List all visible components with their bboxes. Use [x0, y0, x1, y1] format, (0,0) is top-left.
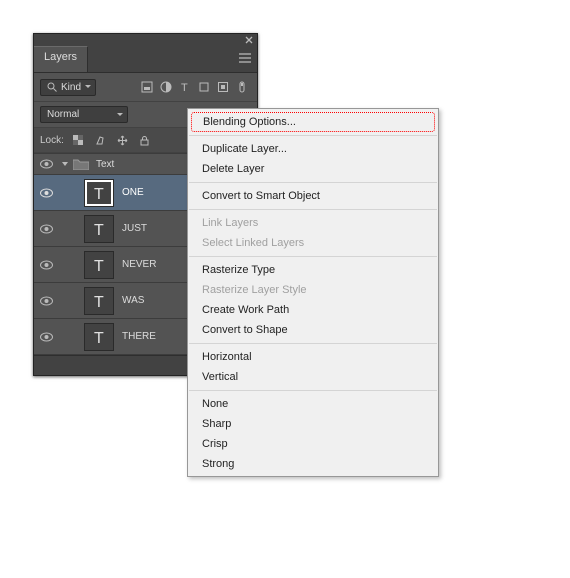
- filter-pixel-icon[interactable]: [138, 78, 156, 96]
- type-thumb-icon: T: [84, 179, 114, 207]
- eye-icon[interactable]: [40, 188, 53, 198]
- panel-tab-bar: Layers: [34, 46, 257, 73]
- menu-item[interactable]: Horizontal: [188, 347, 438, 367]
- filter-smart-icon[interactable]: [214, 78, 232, 96]
- menu-item[interactable]: Strong: [188, 454, 438, 474]
- context-menu: Blending Options... Duplicate Layer...Del…: [187, 108, 439, 477]
- lock-all-icon[interactable]: [136, 132, 154, 148]
- svg-text:T: T: [181, 82, 188, 93]
- menu-item[interactable]: Create Work Path: [188, 300, 438, 320]
- type-thumb-icon: T: [84, 287, 114, 315]
- type-thumb-icon: T: [84, 323, 114, 351]
- eye-icon[interactable]: [40, 260, 53, 270]
- chevron-down-icon[interactable]: [61, 160, 69, 168]
- svg-text:T: T: [94, 258, 104, 274]
- layer-name: THERE: [122, 331, 156, 342]
- filter-kind-label: Kind: [61, 82, 81, 93]
- blend-mode-value: Normal: [47, 109, 79, 120]
- menu-separator: [189, 182, 437, 183]
- filter-adjust-icon[interactable]: [157, 78, 175, 96]
- group-name: Text: [96, 159, 114, 170]
- menu-item: Select Linked Layers: [188, 233, 438, 253]
- menu-item[interactable]: Sharp: [188, 414, 438, 434]
- eye-icon[interactable]: [40, 159, 53, 169]
- eye-icon[interactable]: [40, 224, 53, 234]
- menu-separator: [189, 343, 437, 344]
- type-thumb-icon: T: [84, 251, 114, 279]
- menu-item[interactable]: Convert to Shape: [188, 320, 438, 340]
- layer-name: WAS: [122, 295, 144, 306]
- menu-item[interactable]: Blending Options...: [191, 112, 435, 132]
- folder-icon: [72, 157, 90, 171]
- menu-item[interactable]: Rasterize Type: [188, 260, 438, 280]
- panel-menu-icon[interactable]: [233, 46, 257, 72]
- menu-item[interactable]: Delete Layer: [188, 159, 438, 179]
- menu-separator: [189, 256, 437, 257]
- tab-layers[interactable]: Layers: [34, 46, 88, 72]
- type-thumb-icon: T: [84, 215, 114, 243]
- lock-position-icon[interactable]: [114, 132, 132, 148]
- filter-type-icon[interactable]: T: [176, 78, 194, 96]
- menu-item[interactable]: Crisp: [188, 434, 438, 454]
- svg-text:T: T: [94, 186, 104, 202]
- search-icon: [47, 82, 57, 92]
- menu-separator: [189, 390, 437, 391]
- menu-item[interactable]: Duplicate Layer...: [188, 139, 438, 159]
- menu-item[interactable]: Vertical: [188, 367, 438, 387]
- blend-mode-dropdown[interactable]: Normal: [40, 106, 128, 123]
- close-icon[interactable]: [245, 36, 253, 44]
- svg-text:T: T: [94, 294, 104, 310]
- filter-row: Kind T: [34, 73, 257, 102]
- panel-window-controls: [34, 34, 257, 46]
- menu-item[interactable]: None: [188, 394, 438, 414]
- menu-separator: [189, 135, 437, 136]
- menu-item[interactable]: Convert to Smart Object: [188, 186, 438, 206]
- menu-item: Link Layers: [188, 213, 438, 233]
- menu-separator: [189, 209, 437, 210]
- filter-shape-icon[interactable]: [195, 78, 213, 96]
- layer-name: JUST: [122, 223, 147, 234]
- menu-item: Rasterize Layer Style: [188, 280, 438, 300]
- filter-kind-dropdown[interactable]: Kind: [40, 79, 96, 96]
- filter-toggle[interactable]: [233, 78, 251, 96]
- lock-transparency-icon[interactable]: [70, 132, 88, 148]
- eye-icon[interactable]: [40, 332, 53, 342]
- svg-text:T: T: [94, 222, 104, 238]
- eye-icon[interactable]: [40, 296, 53, 306]
- lock-image-icon[interactable]: [92, 132, 110, 148]
- svg-text:T: T: [94, 330, 104, 346]
- lock-label: Lock:: [40, 135, 64, 146]
- layer-name: NEVER: [122, 259, 156, 270]
- layer-name: ONE: [122, 187, 144, 198]
